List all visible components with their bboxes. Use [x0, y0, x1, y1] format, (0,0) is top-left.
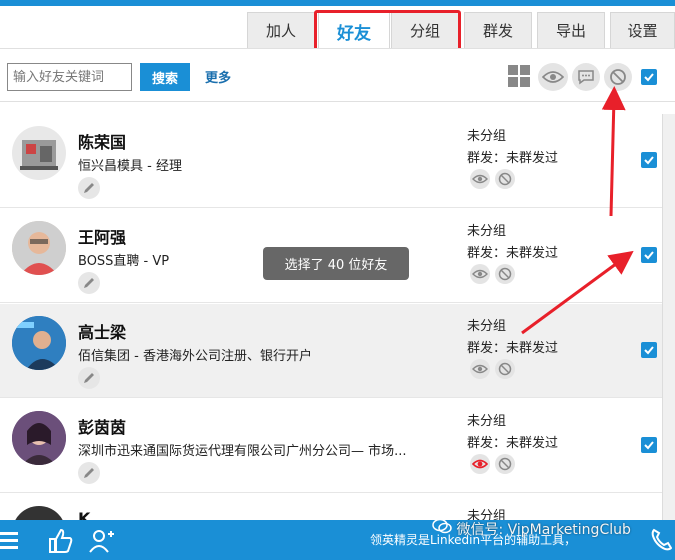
group-label: 未分组 — [467, 414, 507, 429]
block-icon[interactable] — [495, 264, 515, 284]
broadcast-status: 群发：未群发过 — [467, 246, 559, 261]
contact-title: BOSS直聘 - VP — [78, 254, 170, 269]
watermark-text: 微信号: VipMarketingClub — [456, 522, 631, 538]
more-link[interactable]: 更多 — [205, 67, 231, 86]
selection-toast: 选择了 40 位好友 — [263, 247, 409, 280]
broadcast-status: 群发：未群发过 — [467, 341, 559, 356]
block-icon[interactable] — [495, 454, 515, 474]
pencil-icon[interactable] — [78, 367, 100, 389]
add-user-icon[interactable] — [88, 528, 116, 558]
watermark: 微信号: VipMarketingClub — [432, 518, 631, 539]
group-label: 未分组 — [467, 129, 507, 144]
contact-name: 王阿强 — [78, 228, 127, 247]
search-button[interactable]: 搜索 — [140, 63, 190, 91]
contact-list: 陈荣国 恒兴昌模具 - 经理 未分组 群发：未群发过 王阿强 BOSS直聘 - … — [0, 114, 662, 520]
row-checkbox[interactable] — [641, 437, 657, 453]
scrollbar[interactable] — [662, 114, 675, 520]
block-icon[interactable] — [495, 169, 515, 189]
eye-icon[interactable] — [470, 169, 490, 189]
tab-add[interactable]: 加人 — [247, 12, 315, 48]
row-checkbox[interactable] — [641, 152, 657, 168]
row-checkbox[interactable] — [641, 247, 657, 263]
broadcast-status: 群发：未群发过 — [467, 151, 559, 166]
contact-row[interactable]: 陈荣国 恒兴昌模具 - 经理 未分组 群发：未群发过 — [0, 114, 662, 208]
avatar — [12, 506, 66, 520]
pencil-icon[interactable] — [78, 272, 100, 294]
contact-title: 佰信集团 - 香港海外公司注册、银行开户 — [78, 349, 312, 364]
tab-friends[interactable]: 好友 — [318, 10, 390, 50]
toolbar: 搜索 更多 — [0, 48, 675, 102]
avatar — [12, 316, 66, 370]
select-all-checkbox[interactable] — [641, 69, 657, 85]
tab-bar: 加人 好友 分组 群发 导出 设置 — [0, 6, 675, 52]
group-label: 未分组 — [467, 224, 507, 239]
grid-view-icon[interactable] — [508, 65, 530, 87]
eye-icon[interactable] — [470, 264, 490, 284]
phone-icon[interactable] — [650, 528, 673, 556]
avatar — [12, 126, 66, 180]
contact-row[interactable]: 高士梁 佰信集团 - 香港海外公司注册、银行开户 未分组 群发：未群发过 — [0, 304, 662, 398]
eye-icon[interactable] — [538, 63, 568, 91]
contact-name: 高士梁 — [78, 323, 127, 342]
contact-name: 彭茵茵 — [78, 418, 127, 437]
block-icon[interactable] — [495, 359, 515, 379]
contact-name: 陈荣国 — [78, 133, 127, 152]
eye-icon-viewed[interactable] — [470, 454, 490, 474]
avatar — [12, 221, 66, 275]
broadcast-status: 群发：未群发过 — [467, 436, 559, 451]
contact-title: 深圳市迅来通国际货运代理有限公司广州分公司— 市场... — [78, 444, 407, 459]
pencil-icon[interactable] — [78, 462, 100, 484]
menu-icon[interactable] — [0, 528, 20, 556]
block-icon[interactable] — [604, 63, 632, 91]
tab-groups[interactable]: 分组 — [391, 12, 459, 48]
pencil-icon[interactable] — [78, 177, 100, 199]
search-input[interactable] — [7, 63, 132, 91]
row-checkbox[interactable] — [641, 342, 657, 358]
contact-row[interactable]: 彭茵茵 深圳市迅来通国际货运代理有限公司广州分公司— 市场... 未分组 群发：… — [0, 399, 662, 493]
comment-icon[interactable] — [572, 63, 600, 91]
wechat-icon — [432, 518, 456, 538]
tab-export[interactable]: 导出 — [537, 12, 605, 48]
tab-broadcast[interactable]: 群发 — [464, 12, 532, 48]
contact-name: K — [78, 509, 91, 520]
avatar — [12, 411, 66, 465]
eye-icon[interactable] — [470, 359, 490, 379]
group-label: 未分组 — [467, 319, 507, 334]
tab-settings[interactable]: 设置 — [610, 12, 675, 48]
thumbs-up-icon[interactable] — [46, 528, 74, 558]
contact-title: 恒兴昌模具 - 经理 — [78, 159, 182, 174]
contact-row[interactable]: K 未分组 — [0, 494, 662, 520]
